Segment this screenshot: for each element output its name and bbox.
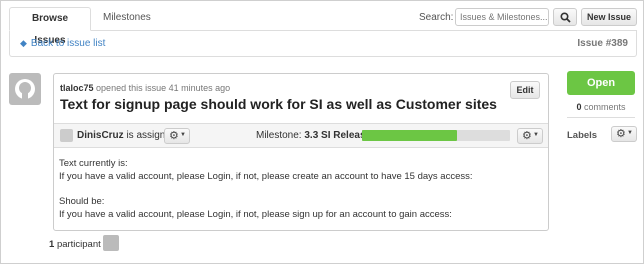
edit-button[interactable]: Edit — [510, 81, 540, 99]
body-line: If you have a valid account, please Logi… — [59, 209, 452, 220]
body-line: Should be: — [59, 196, 105, 207]
milestone-progress-fill — [362, 130, 457, 141]
back-link-label: Back to issue list — [30, 38, 106, 49]
new-issue-button[interactable]: New Issue — [581, 8, 637, 26]
milestone-settings-button[interactable]: ⚙ ▼ — [517, 128, 543, 144]
participant-label: participant — [56, 239, 101, 250]
tab-milestones[interactable]: Milestones — [95, 7, 159, 31]
issue-body: Text currently is: If you have a valid a… — [59, 157, 473, 221]
search-label: Search: — [419, 12, 454, 23]
caret-down-icon: ▼ — [627, 130, 633, 136]
comment-count: 0 comments — [567, 102, 635, 112]
issue-header: tlaloc75 opened this issue 41 minutes ag… — [54, 74, 548, 124]
opened-text: opened this issue 41 minutes ago — [96, 83, 231, 93]
author-avatar[interactable] — [9, 73, 41, 105]
sidebar-divider — [567, 117, 635, 118]
participants: 1 participant — [49, 239, 101, 250]
search-button[interactable] — [553, 8, 577, 26]
open-status-button[interactable]: Open — [567, 71, 635, 95]
participant-avatar[interactable] — [103, 235, 119, 251]
body-line: Text currently is: — [59, 158, 128, 169]
tab-browse-issues[interactable]: Browse Issues — [9, 7, 91, 46]
caret-down-icon: ▼ — [180, 132, 186, 138]
comment-number: 0 — [576, 102, 582, 112]
gear-icon: ⚙ — [522, 130, 532, 142]
issue-title: Text for signup page should work for SI … — [60, 96, 497, 112]
caret-down-icon: ▼ — [533, 132, 539, 138]
assignee-avatar — [60, 129, 73, 142]
assignment-bar: DinisCruz is assigned ⚙ ▼ Milestone: 3.3… — [54, 124, 548, 148]
back-to-issue-list-link[interactable]: ◆ Back to issue list — [20, 38, 105, 49]
arrow-left-icon: ◆ — [20, 38, 27, 48]
gear-icon: ⚙ — [616, 128, 626, 140]
labels-settings-button[interactable]: ⚙ ▼ — [611, 126, 637, 142]
search-icon — [560, 12, 571, 23]
assignee-info: DinisCruz is assigned — [77, 130, 176, 141]
milestone-label: Milestone: — [256, 130, 302, 141]
milestone-info: Milestone: 3.3 SI Release — [256, 130, 371, 141]
search-input[interactable] — [455, 8, 549, 26]
issue-meta: tlaloc75 opened this issue 41 minutes ag… — [60, 83, 230, 93]
issue-number: Issue #389 — [577, 38, 628, 49]
breadcrumb: ◆ Back to issue list Issue #389 — [9, 31, 637, 57]
milestone-progress-bar — [362, 130, 510, 141]
assignee-settings-button[interactable]: ⚙ ▼ — [164, 128, 190, 144]
participant-count: 1 — [49, 239, 55, 250]
octocat-icon — [15, 79, 35, 99]
gear-icon: ⚙ — [169, 130, 179, 142]
assignee-name[interactable]: DinisCruz — [77, 130, 124, 141]
issue-page: Browse Issues Milestones Search: New Iss… — [0, 0, 644, 264]
labels-heading: Labels — [567, 130, 598, 141]
comment-label: comments — [584, 102, 626, 112]
author-link[interactable]: tlaloc75 — [60, 83, 94, 93]
body-line: If you have a valid account, please Logi… — [59, 171, 473, 182]
tab-bar: Browse Issues Milestones Search: New Iss… — [9, 7, 637, 46]
